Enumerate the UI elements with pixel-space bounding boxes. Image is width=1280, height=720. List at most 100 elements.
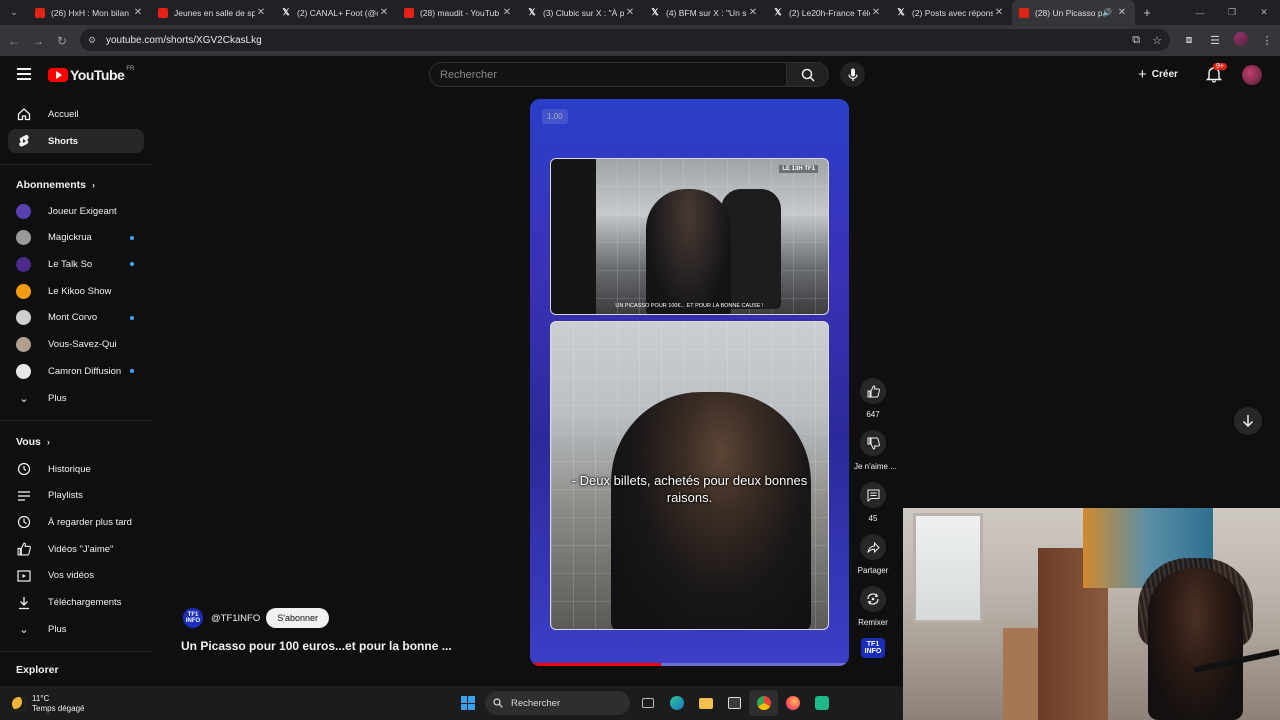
browser-tab[interactable]: 𝕏 (2) Posts avec répons ✕: [889, 0, 1012, 25]
maximize-icon[interactable]: ❐: [1216, 0, 1248, 25]
channel-handle[interactable]: @TF1INFO: [211, 613, 260, 624]
profile-icon[interactable]: [1228, 32, 1254, 49]
subscription-item[interactable]: Magickrua: [8, 226, 144, 250]
subscriptions-heading[interactable]: Abonnements ›: [16, 179, 95, 191]
sidebar-item-your-videos[interactable]: Vos vidéos: [8, 564, 144, 588]
taskbar-search[interactable]: Rechercher: [485, 691, 630, 715]
you-heading[interactable]: Vous ›: [16, 436, 50, 448]
create-button[interactable]: + Créer: [1138, 64, 1178, 85]
browser-menu-icon[interactable]: ⋮: [1254, 34, 1280, 47]
sidebar-item-watch-later[interactable]: À regarder plus tard: [8, 510, 144, 534]
menu-icon[interactable]: [17, 68, 31, 80]
browser-tab[interactable]: 𝕏 (2) Le20h-France Télé ✕: [766, 0, 889, 25]
browser-tab[interactable]: Jeunes en salle de sp ✕: [151, 0, 274, 25]
region-code: FR: [126, 66, 135, 72]
new-content-dot: [130, 235, 134, 240]
extensions-icon[interactable]: ⧇: [1176, 34, 1202, 47]
browser-tab[interactable]: (26) HxH : Mon bilan ✕: [28, 0, 151, 25]
share-button[interactable]: Partager: [854, 534, 892, 575]
weather-widget[interactable]: 11°C Temps dégagé: [12, 694, 84, 714]
subscription-item[interactable]: Camron Diffusion: [8, 359, 144, 383]
voice-search-button[interactable]: [840, 62, 865, 87]
tab-close-icon[interactable]: ✕: [1116, 7, 1128, 18]
tab-close-icon[interactable]: ✕: [870, 7, 882, 18]
webcam-overlay: [903, 508, 1280, 720]
playback-speed[interactable]: 1.00: [542, 109, 568, 124]
install-app-icon[interactable]: ⧉: [1132, 34, 1140, 47]
chrome-icon[interactable]: [749, 690, 778, 716]
browser-toolbar: ← → ↻ ⚙ youtube.com/shorts/XGV2CkasLkg ⧉…: [0, 25, 1280, 56]
tab-strip: (26) HxH : Mon bilan ✕ Jeunes en salle de …: [28, 0, 1135, 25]
comments-count: 45: [868, 514, 878, 523]
new-tab-button[interactable]: +: [1135, 5, 1159, 20]
sidebar-item-downloads[interactable]: Téléchargements: [8, 591, 144, 615]
next-short-button[interactable]: [1234, 407, 1262, 435]
youtube-logo[interactable]: YouTube FR: [48, 66, 135, 83]
subscription-item[interactable]: Joueur Exigeant: [8, 199, 144, 223]
tab-close-icon[interactable]: ✕: [132, 7, 144, 18]
app-icon[interactable]: [807, 690, 836, 716]
subscription-label: Vous-Savez-Qui: [48, 339, 117, 350]
comment-icon: [860, 482, 886, 508]
dislike-button[interactable]: Je n'aime ...: [854, 430, 897, 471]
account-avatar[interactable]: [1242, 65, 1262, 85]
subscription-label: Joueur Exigeant: [48, 205, 117, 217]
back-icon[interactable]: ←: [2, 34, 26, 48]
browser-tab[interactable]: 𝕏 (3) Clubic sur X : "À p ✕: [520, 0, 643, 25]
subscriptions-more-button[interactable]: ⌄ Plus: [8, 386, 144, 410]
subscription-item[interactable]: Le Kikoo Show: [8, 279, 144, 303]
browser-tab[interactable]: 𝕏 (4) BFM sur X : "Un s ✕: [643, 0, 766, 25]
browser-tab[interactable]: (28) maudit - YouTub ✕: [397, 0, 520, 25]
subscription-item[interactable]: Le Talk So: [8, 252, 144, 276]
close-window-icon[interactable]: ✕: [1248, 0, 1280, 25]
edge-icon[interactable]: [662, 690, 691, 716]
tab-close-icon[interactable]: ✕: [993, 7, 1005, 18]
file-explorer-icon[interactable]: [691, 690, 720, 716]
firefox-icon[interactable]: [778, 690, 807, 716]
tab-search-icon[interactable]: ⌄: [0, 7, 28, 18]
sidebar-item-playlists[interactable]: Playlists: [8, 484, 144, 508]
sidebar-item-accueil[interactable]: Accueil: [8, 102, 144, 126]
tab-close-icon[interactable]: ✕: [501, 7, 513, 18]
tab-close-icon[interactable]: ✕: [378, 7, 390, 18]
comments-button[interactable]: 45: [854, 482, 892, 523]
short-player[interactable]: 1.00 LE 13H TF1 UN PICASSO POUR 100€... …: [530, 99, 849, 666]
start-button[interactable]: [453, 690, 482, 716]
tab-close-icon[interactable]: ✕: [255, 7, 267, 18]
channel-avatar-button[interactable]: TF1 INFO: [861, 638, 885, 658]
subscription-item[interactable]: Mont Corvo: [8, 306, 144, 330]
search-button[interactable]: [787, 62, 829, 87]
speaker-icon[interactable]: 🔊: [1102, 8, 1112, 17]
video-frame-bottom: - Deux billets, achetés pour deux bonnes…: [550, 321, 829, 630]
address-bar[interactable]: ⚙ youtube.com/shorts/XGV2CkasLkg ⧉ ☆: [80, 29, 1170, 51]
sidebar-item-history[interactable]: Historique: [8, 457, 144, 481]
subscribe-button[interactable]: S'abonner: [266, 608, 329, 628]
tab-close-icon[interactable]: ✕: [747, 7, 759, 18]
bookmark-star-icon[interactable]: ☆: [1152, 34, 1162, 47]
forward-icon[interactable]: →: [26, 34, 50, 48]
subscription-item[interactable]: Vous-Savez-Qui: [8, 333, 144, 357]
microphone-icon: [847, 68, 858, 81]
like-button[interactable]: 647: [854, 378, 892, 419]
browser-tab[interactable]: (28) Un Picasso p 🔊 ✕: [1012, 0, 1135, 25]
video-progress-bar[interactable]: [530, 663, 849, 666]
task-view-icon[interactable]: [633, 690, 662, 716]
video-title[interactable]: Un Picasso pour 100 euros...et pour la b…: [181, 639, 452, 653]
browser-tab[interactable]: 𝕏 (2) CANAL+ Foot (@c ✕: [274, 0, 397, 25]
reading-list-icon[interactable]: ☰: [1202, 34, 1228, 47]
arrow-down-icon: [1242, 415, 1254, 428]
sidebar-item-liked-videos[interactable]: Vidéos "J'aime": [8, 537, 144, 561]
you-more-button[interactable]: ⌄ Plus: [8, 617, 144, 641]
search-input[interactable]: Rechercher: [429, 62, 787, 87]
channel-logo[interactable]: TF1 INFO: [183, 608, 203, 628]
store-icon[interactable]: [720, 690, 749, 716]
reload-icon[interactable]: ↻: [50, 34, 74, 48]
remix-button[interactable]: Remixer: [854, 586, 892, 627]
new-content-dot: [130, 369, 134, 374]
minimize-icon[interactable]: —: [1184, 0, 1216, 25]
sidebar-item-shorts[interactable]: Shorts: [8, 129, 144, 153]
site-info-icon[interactable]: ⚙: [88, 35, 100, 46]
url-text: youtube.com/shorts/XGV2CkasLkg: [106, 34, 262, 46]
tab-close-icon[interactable]: ✕: [624, 7, 636, 18]
sidebar-item-label: Shorts: [48, 135, 79, 147]
